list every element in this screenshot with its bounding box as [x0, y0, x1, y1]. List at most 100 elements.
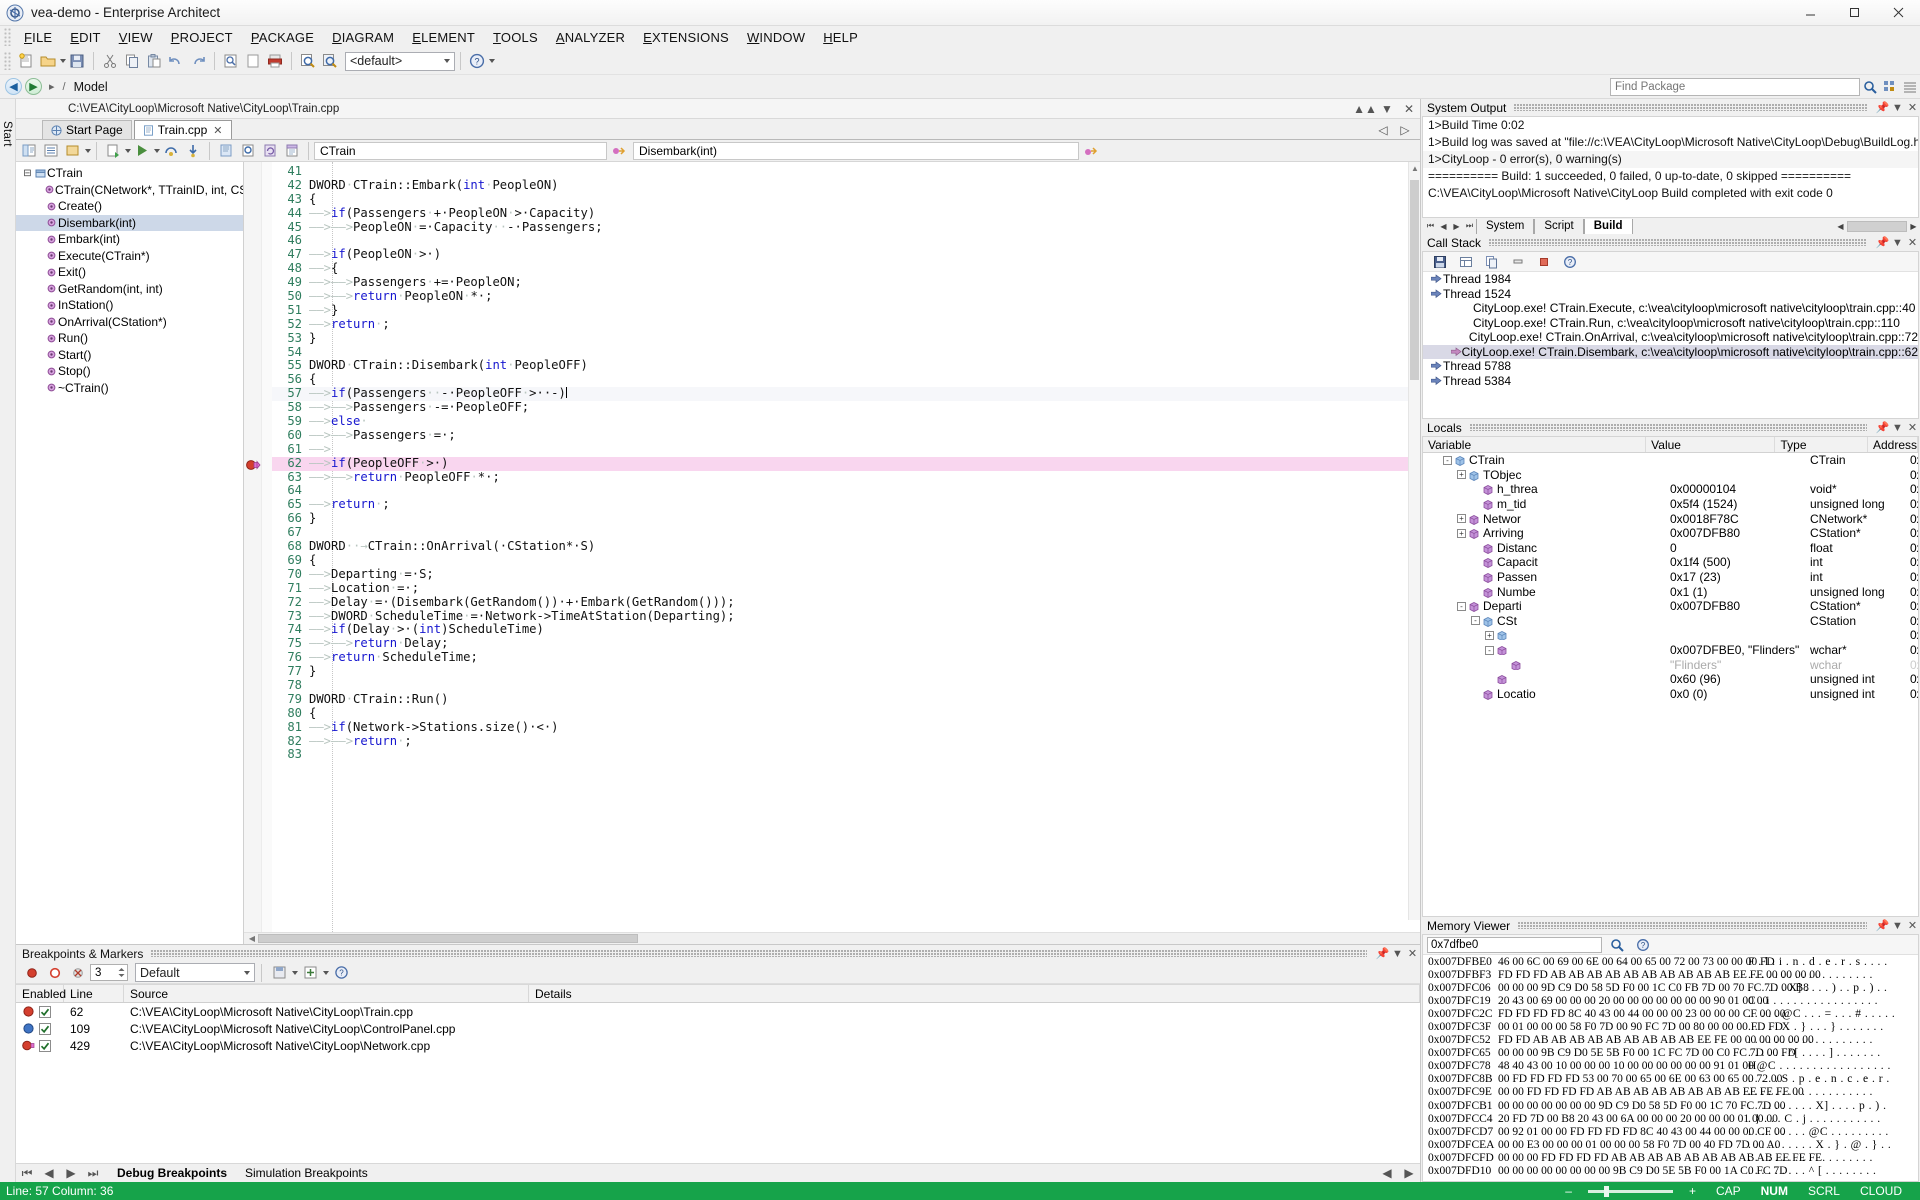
code-line[interactable]: 58——>——>Passengers·-=·PeopleOFF;	[272, 401, 1420, 415]
system-output-pin-icon[interactable]: 📌	[1875, 100, 1890, 115]
menu-view[interactable]: VIEW	[110, 28, 162, 47]
memory-row[interactable]: 0x007DFBF3FD FD FD AB AB AB AB AB AB AB …	[1423, 968, 1918, 981]
call-stack-row[interactable]: Thread 1984	[1423, 272, 1918, 287]
code-line[interactable]: 79DWORD·CTrain::Run()	[272, 693, 1420, 707]
search-files-icon[interactable]	[319, 50, 341, 72]
tree-item[interactable]: Exit()	[16, 264, 243, 281]
out-next-icon[interactable]: ▶	[1450, 219, 1463, 233]
toggle-breakpoint-icon[interactable]	[21, 962, 43, 984]
output-tab-scroll-thumb[interactable]	[1847, 221, 1907, 232]
code-line[interactable]: 42DWORD·CTrain::Embark(int·PeopleON)	[272, 179, 1420, 193]
memory-help-icon[interactable]: ?	[1632, 934, 1654, 956]
toggle-tree-icon[interactable]	[18, 140, 40, 162]
breadcrumb-model[interactable]: Model	[74, 80, 108, 94]
col-line[interactable]: Line	[64, 985, 124, 1002]
tab-close-icon[interactable]: ✕	[213, 124, 222, 137]
call-stack-stop-icon[interactable]	[1533, 251, 1555, 273]
delete-all-breakpoints-icon[interactable]	[67, 962, 89, 984]
code-line[interactable]: 78	[272, 679, 1420, 693]
memory-viewer-body[interactable]: ? 0x007DFBE046 00 6C 00 69 00 6E 00 64 0…	[1422, 934, 1919, 1182]
breakpoints-close-icon[interactable]: ✕	[1405, 946, 1420, 961]
print-preview-icon[interactable]	[220, 50, 242, 72]
code-line[interactable]: 62——>if(PeopleOFF·>·)	[272, 457, 1420, 471]
system-output-body[interactable]: 1>Build Time 0:021>Build log was saved a…	[1422, 116, 1919, 218]
code-line[interactable]: 50——>——>return·PeopleON·*·;	[272, 290, 1420, 304]
tree-item[interactable]: Start()	[16, 347, 243, 364]
col-details[interactable]: Details	[529, 985, 1420, 1002]
code-line[interactable]: 82——>——>return·;	[272, 735, 1420, 749]
editor-options-icon[interactable]	[62, 140, 84, 162]
zoom-slider[interactable]	[1588, 1190, 1673, 1193]
zoom-slider-thumb[interactable]	[1604, 1186, 1609, 1197]
locals-expander-icon[interactable]: +	[1457, 470, 1466, 479]
memory-row[interactable]: 0x007DFC8B00 FD FD FD FD 53 00 70 00 65 …	[1423, 1073, 1918, 1086]
debug-run-icon[interactable]	[131, 140, 153, 162]
call-stack-row[interactable]: CityLoop.exe! CTrain.Run, c:\vea\cityloo…	[1423, 316, 1918, 331]
step-into-icon[interactable]	[182, 140, 204, 162]
code-line[interactable]: 41	[272, 165, 1420, 179]
breakpoints-pin-icon[interactable]: 📌	[1375, 946, 1390, 961]
locals-row[interactable]: +TObjec0x007dfef0	[1423, 468, 1918, 483]
locals-col-variable[interactable]: Variable	[1423, 437, 1646, 452]
locals-row[interactable]: Capacit0x1f4 (500)int0x007dff20	[1423, 555, 1918, 570]
cut-icon[interactable]	[99, 50, 121, 72]
collapse-chevron-icon[interactable]: ▲▲	[1354, 100, 1376, 118]
out-first-icon[interactable]: ⏮	[1424, 219, 1437, 233]
locals-col-type[interactable]: Type	[1775, 437, 1868, 452]
memory-row[interactable]: 0x007DFCD700 92 01 00 00 FD FD FD FD 8C …	[1423, 1125, 1918, 1138]
bookmark-icon[interactable]	[215, 140, 237, 162]
locals-row[interactable]: -Departi0x007DFB80CStation*0x007dff2c	[1423, 599, 1918, 614]
tab-train-cpp[interactable]: Train.cpp ✕	[134, 120, 232, 139]
out-last-icon[interactable]: ⏭	[1463, 219, 1476, 233]
bp-scroll-left-icon[interactable]: ◀	[1376, 1164, 1398, 1182]
tree-item[interactable]: CTrain(CNetwork*, TTrainID, int, CS	[16, 182, 243, 199]
tab-simulation-breakpoints[interactable]: Simulation Breakpoints	[236, 1164, 377, 1183]
memory-row[interactable]: 0x007DFCEA00 00 E3 00 00 00 01 00 00 00 …	[1423, 1138, 1918, 1151]
code-line[interactable]: 45——>——>PeopleON·=·Capacity··-·Passenger…	[272, 221, 1420, 235]
locals-row[interactable]: +0x007dfb80	[1423, 628, 1918, 643]
memory-row[interactable]: 0x007DFBE046 00 6C 00 69 00 6E 00 64 00 …	[1423, 955, 1918, 968]
vertical-scroll-thumb[interactable]	[1410, 180, 1419, 380]
code-line[interactable]: 52——>return·;	[272, 318, 1420, 332]
perspective-caret-icon[interactable]	[444, 59, 450, 63]
memory-row[interactable]: 0x007DFC52FD FD AB AB AB AB AB AB AB AB …	[1423, 1034, 1918, 1047]
code-line[interactable]: 43{	[272, 193, 1420, 207]
code-line[interactable]: 54	[272, 346, 1420, 360]
memory-row[interactable]: 0x007DFC0600 00 00 9D C9 D0 58 5D F0 00 …	[1423, 981, 1918, 994]
start-page-tab-vertical[interactable]: Start	[1, 121, 13, 147]
menu-extensions[interactable]: EXTENSIONS	[634, 28, 738, 47]
editor-vertical-scrollbar[interactable]: ▲	[1408, 162, 1420, 920]
editor-horizontal-scrollbar[interactable]: ◀	[244, 932, 1420, 944]
memory-row[interactable]: 0x007DFCC420 FD 7D 00 B8 20 43 00 6A 00 …	[1423, 1112, 1918, 1125]
code-line[interactable]: 53}	[272, 332, 1420, 346]
code-area[interactable]: 4142DWORD·CTrain::Embark(int·PeopleON)43…	[244, 162, 1420, 932]
zoom-in-button[interactable]: +	[1679, 1184, 1706, 1198]
locals-expander-icon[interactable]: -	[1471, 616, 1480, 625]
redo-icon[interactable]	[187, 50, 209, 72]
menu-window[interactable]: WINDOW	[738, 28, 814, 47]
fold-column[interactable]	[262, 162, 272, 932]
tab-debug-breakpoints[interactable]: Debug Breakpoints	[108, 1164, 236, 1183]
call-stack-help-icon[interactable]: ?	[1559, 251, 1581, 273]
paste-icon[interactable]	[143, 50, 165, 72]
editor-options-caret[interactable]	[85, 149, 91, 153]
locals-row[interactable]: Numbe0x1 (1)unsigned long0x007dff28	[1423, 584, 1918, 599]
call-stack-body[interactable]: ? Thread 1984Thread 1524CityLoop.exe! CT…	[1422, 251, 1919, 419]
code-line[interactable]: 60——>——>Passengers·=·;	[272, 429, 1420, 443]
breakpoints-help-icon[interactable]: ?	[330, 962, 352, 984]
tab-prev-icon[interactable]: ◁	[1372, 121, 1394, 139]
tree-item[interactable]: GetRandom(int, int)	[16, 281, 243, 298]
search-model-icon[interactable]	[297, 50, 319, 72]
menu-help[interactable]: HELP	[814, 28, 867, 47]
memory-search-icon[interactable]	[1606, 934, 1628, 956]
locals-row[interactable]: 0x60 (96)unsigned int0x007dfb9c	[1423, 672, 1918, 687]
locals-dropdown-icon[interactable]: ▼	[1890, 420, 1905, 435]
tree-item[interactable]: Run()	[16, 330, 243, 347]
memory-row[interactable]: 0x007DFC3F00 01 00 00 00 58 F0 7D 00 90 …	[1423, 1020, 1918, 1033]
copy-icon[interactable]	[121, 50, 143, 72]
tree-root-ctrain[interactable]: ⊟ CTrain	[16, 165, 243, 182]
open-folder-icon[interactable]	[37, 50, 59, 72]
memory-address-input[interactable]	[1427, 937, 1602, 953]
col-enabled[interactable]: Enabled	[16, 985, 64, 1002]
output-tab-scroll[interactable]: ◀ ▶	[1834, 219, 1920, 233]
